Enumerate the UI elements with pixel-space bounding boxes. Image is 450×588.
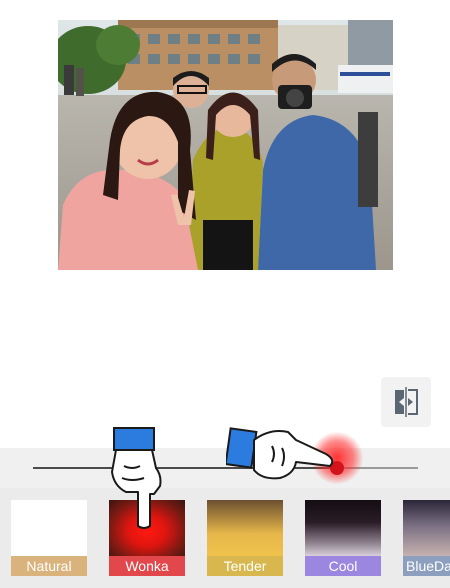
- filter-tender[interactable]: Tender: [207, 500, 283, 576]
- filter-blueda[interactable]: BlueDa: [403, 500, 450, 576]
- filter-tender-swatch: [207, 500, 283, 556]
- filter-cool-label: Cool: [305, 556, 381, 576]
- filter-wonka-label: Wonka: [109, 556, 185, 576]
- filter-natural-label: Natural: [11, 556, 87, 576]
- filter-blueda-swatch: [403, 500, 450, 556]
- filter-cool[interactable]: Cool: [305, 500, 381, 576]
- filter-cool-swatch: [305, 500, 381, 556]
- filter-tender-label: Tender: [207, 556, 283, 576]
- compare-split-icon: [395, 387, 418, 417]
- filter-strip[interactable]: Natural Wonka Tender Cool BlueDa: [0, 488, 450, 588]
- filter-natural[interactable]: Natural: [11, 500, 87, 576]
- tap-hand-icon: [111, 427, 162, 529]
- swipe-hand-icon: [226, 427, 334, 480]
- photo-image: [58, 20, 393, 270]
- compare-button[interactable]: [381, 377, 431, 427]
- filter-blueda-label: BlueDa: [403, 556, 450, 576]
- photo-preview: [58, 20, 393, 270]
- filter-natural-swatch: [11, 500, 87, 556]
